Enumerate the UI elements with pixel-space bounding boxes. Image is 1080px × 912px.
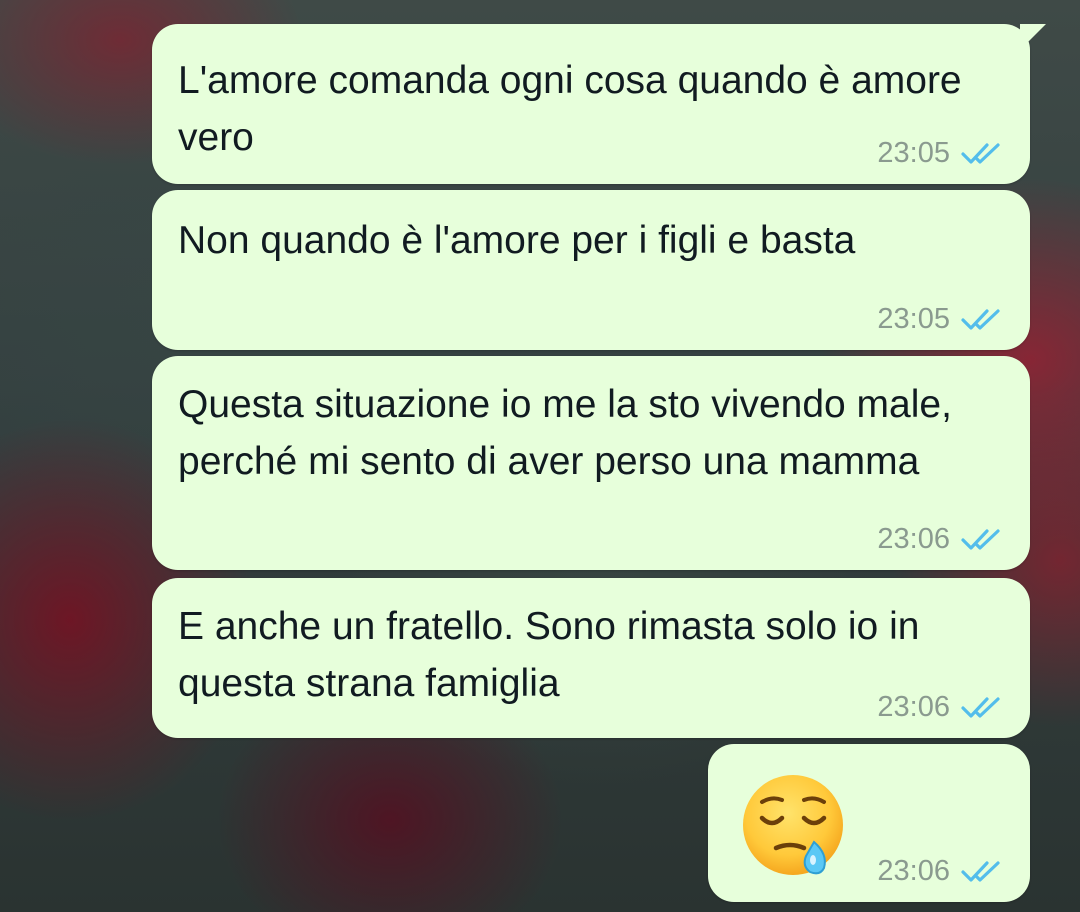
message-time: 23:05 xyxy=(877,137,950,169)
double-check-read-icon xyxy=(960,527,1006,553)
message-text: L'amore comanda ogni cosa quando è amore… xyxy=(178,59,962,159)
double-check-read-icon xyxy=(960,859,1006,885)
double-check-read-icon xyxy=(960,141,1006,167)
message-time: 23:06 xyxy=(877,691,950,723)
message-time: 23:05 xyxy=(877,303,950,335)
message-meta: 23:06 xyxy=(877,691,1006,724)
sleepy-face-emoji-icon xyxy=(740,772,846,878)
message-bubble[interactable]: Questa situazione io me la sto vivendo m… xyxy=(152,356,1030,570)
message-meta: 23:06 xyxy=(877,523,1006,556)
message-bubble[interactable]: E anche un fratello. Sono rimasta solo i… xyxy=(152,578,1030,738)
message-bubble[interactable]: L'amore comanda ogni cosa quando è amore… xyxy=(152,24,1046,184)
message-text: Non quando è l'amore per i figli e basta xyxy=(178,219,856,262)
double-check-read-icon xyxy=(960,307,1006,333)
bubble-tail xyxy=(1020,24,1046,50)
message-meta: 23:06 xyxy=(877,855,1006,888)
message-bubble[interactable]: Non quando è l'amore per i figli e basta… xyxy=(152,190,1030,350)
message-bubble[interactable]: 23:06 xyxy=(708,744,1030,902)
message-meta: 23:05 xyxy=(877,137,1006,170)
message-time: 23:06 xyxy=(877,855,950,887)
message-time: 23:06 xyxy=(877,523,950,555)
message-meta: 23:05 xyxy=(877,303,1006,336)
double-check-read-icon xyxy=(960,695,1006,721)
message-text: Questa situazione io me la sto vivendo m… xyxy=(178,383,952,483)
chat-thread: L'amore comanda ogni cosa quando è amore… xyxy=(0,0,1080,912)
